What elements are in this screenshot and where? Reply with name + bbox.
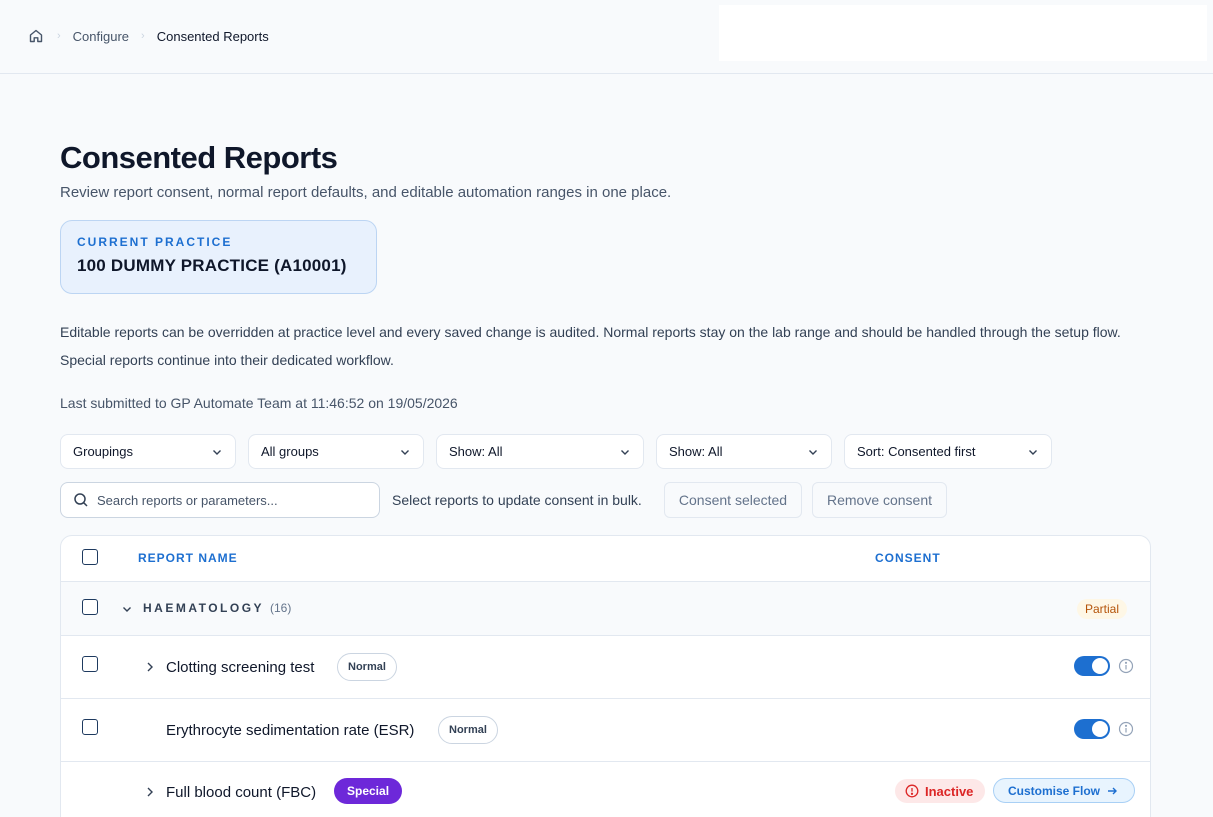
type-badge: Normal — [337, 653, 397, 681]
current-practice-label: CURRENT PRACTICE — [77, 235, 233, 249]
consent-toggle[interactable] — [1074, 656, 1110, 676]
show-select-2-value: Show: All — [669, 444, 723, 459]
table-row: Full blood count (FBC) Special Inactive … — [61, 762, 1150, 817]
sort-select[interactable]: Sort: Consented first — [844, 434, 1052, 469]
type-badge: Special — [334, 778, 403, 804]
arrow-right-icon — [1108, 787, 1118, 794]
groups-select[interactable]: All groups — [248, 434, 424, 469]
reports-table: REPORT NAME CONSENT HAEMATOLOGY (16) Par… — [60, 535, 1151, 817]
search-icon — [74, 493, 88, 507]
column-header-report-name[interactable]: REPORT NAME — [138, 551, 238, 565]
table-header: REPORT NAME CONSENT — [61, 536, 1150, 582]
customise-flow-button[interactable]: Customise Flow — [993, 778, 1136, 803]
remove-consent-button[interactable]: Remove consent — [812, 482, 947, 518]
report-name: Full blood count (FBC) — [166, 784, 317, 801]
breadcrumb-configure[interactable]: Configure — [73, 29, 129, 44]
groupings-select[interactable]: Groupings — [60, 434, 236, 469]
chevron-down-icon — [213, 449, 221, 455]
row-checkbox[interactable] — [82, 719, 98, 735]
group-status-badge: Partial — [1077, 599, 1128, 619]
page-description: Editable reports can be overridden at pr… — [60, 324, 1121, 368]
info-icon[interactable] — [1118, 721, 1134, 737]
groupings-select-value: Groupings — [73, 444, 133, 459]
chevron-down-icon — [621, 449, 629, 455]
breadcrumb-separator-icon: › — [141, 30, 145, 42]
group-row-haematology[interactable]: HAEMATOLOGY (16) Partial — [61, 582, 1150, 636]
customise-flow-label: Customise Flow — [1008, 783, 1101, 798]
alert-circle-icon — [905, 784, 919, 798]
consent-toggle[interactable] — [1074, 719, 1110, 739]
bulk-hint: Select reports to update consent in bulk… — [392, 492, 642, 508]
show-select-1-value: Show: All — [449, 444, 503, 459]
current-practice-value: 100 DUMMY PRACTICE (A10001) — [77, 256, 347, 275]
inactive-status-badge: Inactive — [895, 779, 986, 803]
chevron-right-icon[interactable] — [145, 661, 155, 673]
info-icon[interactable] — [1118, 658, 1134, 674]
chevron-down-icon — [401, 449, 409, 455]
table-row: Erythrocyte sedimentation rate (ESR) Nor… — [61, 699, 1150, 762]
report-name: Clotting screening test — [166, 659, 315, 676]
type-badge: Normal — [438, 716, 498, 744]
search-input[interactable] — [97, 492, 357, 508]
groups-select-value: All groups — [261, 444, 319, 459]
top-bar: › Configure › Consented Reports — [0, 0, 1213, 74]
search-box — [60, 482, 380, 518]
column-header-consent[interactable]: CONSENT — [875, 551, 941, 565]
consent-selected-button[interactable]: Consent selected — [664, 482, 802, 518]
breadcrumb-separator-icon: › — [57, 30, 61, 42]
breadcrumb-current: Consented Reports — [156, 28, 269, 44]
page-subtitle: Review report consent, normal report def… — [60, 184, 672, 201]
chevron-down-icon — [1029, 449, 1037, 455]
group-count: (16) — [270, 601, 292, 615]
chevron-down-icon[interactable] — [121, 603, 133, 615]
select-all-checkbox[interactable] — [82, 549, 98, 565]
last-submitted: Last submitted to GP Automate Team at 11… — [60, 395, 458, 411]
group-name: HAEMATOLOGY — [143, 601, 265, 615]
group-checkbox[interactable] — [82, 599, 98, 615]
sort-select-value: Sort: Consented first — [857, 444, 976, 459]
row-checkbox[interactable] — [82, 656, 98, 672]
report-name: Erythrocyte sedimentation rate (ESR) — [166, 722, 415, 739]
current-practice-card: CURRENT PRACTICE 100 DUMMY PRACTICE (A10… — [60, 220, 377, 294]
table-row: Clotting screening test Normal — [61, 636, 1150, 699]
inactive-status-label: Inactive — [925, 783, 974, 799]
breadcrumb: › Configure › Consented Reports — [27, 26, 269, 46]
header-panel — [719, 5, 1207, 61]
show-select-2[interactable]: Show: All — [656, 434, 832, 469]
home-icon[interactable] — [27, 27, 45, 45]
page-title: Consented Reports — [60, 140, 338, 175]
chevron-right-icon[interactable] — [145, 786, 155, 798]
show-select-1[interactable]: Show: All — [436, 434, 644, 469]
chevron-down-icon — [809, 449, 817, 455]
